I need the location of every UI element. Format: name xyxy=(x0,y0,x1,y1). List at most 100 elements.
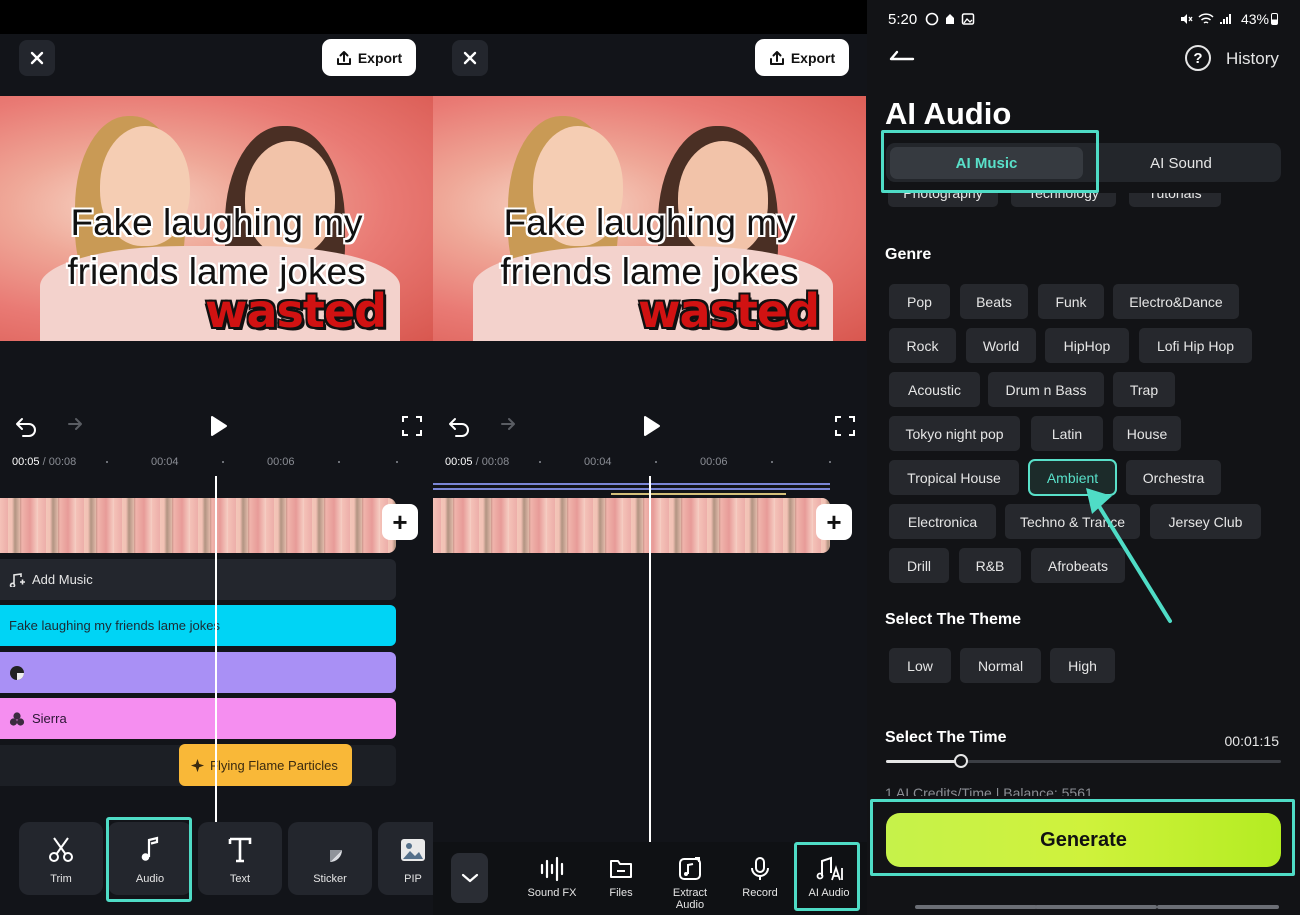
genre-chip[interactable]: Pop xyxy=(889,284,950,319)
genre-chip[interactable]: Drum n Bass xyxy=(988,372,1104,407)
menu-label: Files xyxy=(609,887,633,899)
wasted-overlay: wasted xyxy=(205,284,387,338)
history-link[interactable]: History xyxy=(1226,49,1279,69)
export-button[interactable]: Export xyxy=(755,39,849,76)
add-clip-button[interactable]: + xyxy=(816,504,852,540)
genre-chip[interactable]: Tropical House xyxy=(889,460,1019,495)
fullscreen-icon[interactable] xyxy=(400,414,424,438)
nav-handle xyxy=(915,905,1037,909)
genre-chip[interactable]: Tokyo night pop xyxy=(889,416,1020,451)
waveform-icon xyxy=(540,856,564,882)
menu-sound-fx[interactable]: Sound FX xyxy=(522,855,582,900)
add-music-track[interactable]: Add Music xyxy=(0,559,396,600)
tool-label: Sticker xyxy=(313,873,347,885)
page-title: AI Audio xyxy=(885,96,1012,131)
topic-chip[interactable]: Tutorials xyxy=(1129,193,1221,207)
genre-chip[interactable]: Electro&Dance xyxy=(1113,284,1239,319)
genre-chip[interactable]: Acoustic xyxy=(889,372,980,407)
close-icon xyxy=(463,51,477,65)
playhead[interactable] xyxy=(215,476,217,822)
fullscreen-icon[interactable] xyxy=(833,414,857,438)
topic-chip[interactable]: Technology xyxy=(1011,193,1116,207)
menu-record[interactable]: Record xyxy=(730,855,790,900)
genre-chip[interactable]: Beats xyxy=(960,284,1028,319)
editor-panel-audio: Export Fake laughing my friends lame jok… xyxy=(0,0,433,915)
tool-sticker[interactable]: Sticker xyxy=(288,822,372,895)
genre-chip[interactable]: Lofi Hip Hop xyxy=(1139,328,1252,363)
genre-chip[interactable]: Trap xyxy=(1113,372,1175,407)
theme-chip[interactable]: High xyxy=(1050,648,1115,683)
tab-ai-sound[interactable]: AI Sound xyxy=(1085,147,1277,179)
pointer-arrow xyxy=(1086,488,1172,623)
audio-lane-line xyxy=(433,483,830,485)
text-icon xyxy=(228,837,252,863)
tick-dot xyxy=(106,461,108,463)
close-icon xyxy=(30,51,44,65)
tick-label: 00:04 xyxy=(151,456,179,468)
duration-slider[interactable] xyxy=(886,754,1281,768)
menu-files[interactable]: Files xyxy=(591,855,651,900)
collapse-menu-button[interactable] xyxy=(451,853,488,903)
close-button[interactable] xyxy=(452,40,488,76)
tool-text[interactable]: Text xyxy=(198,822,282,895)
folder-icon xyxy=(610,860,632,878)
tick-dot xyxy=(222,461,224,463)
menu-label: Extract Audio xyxy=(672,887,708,911)
redo-icon[interactable] xyxy=(493,414,517,438)
time-value: 00:01:15 xyxy=(1224,733,1280,749)
play-icon[interactable] xyxy=(206,414,230,438)
genre-chip[interactable]: Latin xyxy=(1031,416,1103,451)
image-icon xyxy=(401,839,425,861)
genre-chip[interactable]: Electronica xyxy=(889,504,996,539)
genre-chip[interactable]: House xyxy=(1113,416,1181,451)
time-readout: 00:05 / 00:08 xyxy=(445,456,509,468)
undo-icon[interactable] xyxy=(14,414,38,438)
topic-chip[interactable]: Photography xyxy=(888,193,998,207)
system-icons xyxy=(1179,12,1233,26)
scissors-icon xyxy=(49,837,73,862)
menu-extract-audio[interactable]: Extract Audio xyxy=(660,855,720,911)
video-preview[interactable]: Fake laughing my friends lame jokes wast… xyxy=(433,96,866,341)
effect-track[interactable]: Sierra xyxy=(0,698,396,739)
add-clip-button[interactable]: + xyxy=(382,504,418,540)
genre-chip[interactable]: R&B xyxy=(959,548,1021,583)
close-button[interactable] xyxy=(19,40,55,76)
video-preview[interactable]: Fake laughing my friends lame jokes wast… xyxy=(0,96,433,341)
back-arrow-icon[interactable] xyxy=(889,46,915,62)
microphone-icon xyxy=(751,857,769,880)
status-bar-area xyxy=(433,0,867,34)
current-time: 00:05 xyxy=(12,456,40,468)
tool-label: Trim xyxy=(50,873,72,885)
theme-chip[interactable]: Low xyxy=(889,648,951,683)
track-label: Flying Flame Particles xyxy=(210,757,338,773)
caption-line-1: Fake laughing my xyxy=(503,202,796,243)
help-icon[interactable]: ? xyxy=(1185,45,1211,71)
undo-icon[interactable] xyxy=(447,414,471,438)
genre-chip[interactable]: Drill xyxy=(889,548,949,583)
slider-knob[interactable] xyxy=(954,754,969,768)
tool-trim[interactable]: Trim xyxy=(19,822,103,895)
upload-icon xyxy=(336,50,351,65)
battery-level: 43% xyxy=(1241,11,1278,27)
editor-panel-audio-menu: Export Fake laughing my friends lame jok… xyxy=(433,0,867,915)
genre-chip[interactable]: World xyxy=(966,328,1036,363)
video-clip-strip[interactable] xyxy=(0,498,396,553)
effect-clip[interactable]: Flying Flame Particles xyxy=(179,744,352,786)
sticker-track[interactable] xyxy=(0,652,396,693)
play-icon[interactable] xyxy=(639,414,663,438)
export-button[interactable]: Export xyxy=(322,39,416,76)
theme-chip[interactable]: Normal xyxy=(960,648,1041,683)
playhead[interactable] xyxy=(649,476,651,842)
text-track[interactable]: Fake laughing my friends lame jokes xyxy=(0,605,396,646)
playback-controls xyxy=(0,410,433,442)
chat-icon xyxy=(925,12,939,26)
tool-pip[interactable]: PIP xyxy=(378,822,433,895)
genre-chip[interactable]: HipHop xyxy=(1045,328,1129,363)
audio-lane-line xyxy=(611,493,786,495)
genre-chip[interactable]: Rock xyxy=(889,328,956,363)
tick-dot xyxy=(829,461,831,463)
tick-dot xyxy=(655,461,657,463)
genre-chip[interactable]: Funk xyxy=(1038,284,1104,319)
redo-icon[interactable] xyxy=(60,414,84,438)
video-clip-strip[interactable] xyxy=(433,498,830,553)
